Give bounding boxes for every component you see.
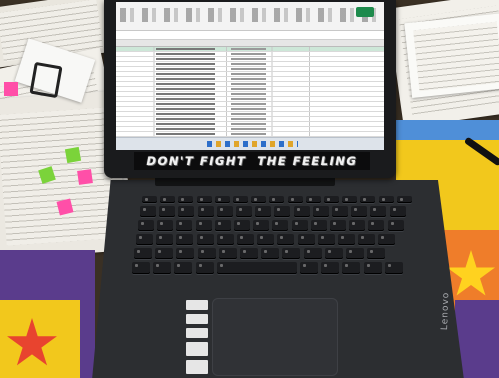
binder-clip <box>29 61 63 99</box>
sticky-note <box>64 146 82 164</box>
keyboard-key[interactable] <box>240 248 258 259</box>
keyboard-key[interactable] <box>156 234 174 245</box>
keyboard-key[interactable] <box>234 220 250 231</box>
keyboard[interactable] <box>132 196 420 290</box>
lid-sticker: DON'T FIGHT THE FEELING <box>134 152 370 170</box>
keyboard-key[interactable] <box>351 206 368 217</box>
keyboard-key[interactable] <box>255 206 272 217</box>
keyboard-key[interactable] <box>140 206 156 217</box>
keyboard-key[interactable] <box>389 206 406 217</box>
ribbon-button[interactable] <box>356 7 374 17</box>
keyboard-key[interactable] <box>332 206 348 217</box>
keyboard-key[interactable] <box>216 206 233 217</box>
keyboard-key[interactable] <box>310 220 327 231</box>
keyboard-key[interactable] <box>176 234 194 245</box>
keyboard-key[interactable] <box>178 196 194 203</box>
keyboard-key[interactable] <box>370 206 387 217</box>
keyboard-key[interactable] <box>300 262 318 274</box>
keyboard-key[interactable] <box>176 220 193 231</box>
keyboard-key[interactable] <box>277 234 295 245</box>
keyboard-key[interactable] <box>338 234 355 245</box>
keyboard-key[interactable] <box>378 196 394 203</box>
keyboard-key[interactable] <box>324 248 343 259</box>
keyboard-key[interactable] <box>195 262 214 274</box>
keyboard-key[interactable] <box>134 248 152 259</box>
keyboard-key[interactable] <box>287 196 303 203</box>
keyboard-key[interactable] <box>349 220 366 231</box>
keyboard-key[interactable] <box>218 248 237 259</box>
spreadsheet-grid[interactable] <box>116 40 384 140</box>
keyboard-key[interactable] <box>342 262 361 274</box>
taskbar-icons[interactable] <box>207 141 299 147</box>
keyboard-key[interactable] <box>272 220 289 231</box>
keyboard-key[interactable] <box>197 206 214 217</box>
keyboard-key[interactable] <box>346 248 364 259</box>
keyboard-key[interactable] <box>384 262 403 274</box>
keyboard-key[interactable] <box>251 196 267 203</box>
keyboard-key[interactable] <box>360 196 376 203</box>
keyboard-key[interactable] <box>142 196 157 203</box>
sticky-note <box>77 169 93 185</box>
keyboard-key[interactable] <box>312 206 329 217</box>
keyboard-key[interactable] <box>378 234 396 245</box>
keyboard-key[interactable] <box>261 248 280 259</box>
keyboard-key[interactable] <box>160 196 176 203</box>
keyboard-key[interactable] <box>358 234 376 245</box>
keyboard-key[interactable] <box>297 234 315 245</box>
taskbar[interactable] <box>116 137 384 150</box>
keyboard-key[interactable] <box>330 220 346 231</box>
keyboard-key[interactable] <box>303 248 322 259</box>
column-header-row <box>116 40 384 47</box>
paper-stack <box>404 12 499 99</box>
keyboard-key[interactable] <box>253 220 270 231</box>
touchpad[interactable] <box>212 298 338 376</box>
keyboard-key[interactable] <box>196 196 212 203</box>
keyboard-key[interactable] <box>257 234 275 245</box>
keyboard-key[interactable] <box>321 262 340 274</box>
keyboard-key[interactable] <box>196 234 214 245</box>
keyboard-key[interactable] <box>233 196 248 203</box>
keyboard-key[interactable] <box>387 220 404 231</box>
keyboard-key[interactable] <box>157 220 174 231</box>
keyboard-key[interactable] <box>159 206 176 217</box>
keyboard-key[interactable] <box>368 220 385 231</box>
keyboard-key[interactable] <box>282 248 301 259</box>
keyboard-key[interactable] <box>153 262 172 274</box>
laptop-lid: DON'T FIGHT THE FEELING <box>104 0 396 178</box>
keyboard-key[interactable] <box>274 206 291 217</box>
spacebar-key[interactable] <box>216 262 297 274</box>
keyboard-key[interactable] <box>178 206 195 217</box>
brand-label: Lenovo <box>440 291 452 331</box>
keyboard-key[interactable] <box>342 196 358 203</box>
keyboard-key[interactable] <box>138 220 154 231</box>
keyboard-key[interactable] <box>136 234 153 245</box>
keyboard-key[interactable] <box>155 248 174 259</box>
keyboard-key[interactable] <box>324 196 339 203</box>
keyboard-key[interactable] <box>269 196 285 203</box>
keyboard-key[interactable] <box>216 234 234 245</box>
sticky-note <box>4 82 18 96</box>
keyboard-key[interactable] <box>317 234 335 245</box>
keyboard-key[interactable] <box>197 248 216 259</box>
keyboard-key[interactable] <box>363 262 382 274</box>
formula-bar[interactable] <box>116 31 384 40</box>
keyboard-key[interactable] <box>367 248 386 259</box>
keyboard-key[interactable] <box>214 196 230 203</box>
keyboard-key[interactable] <box>214 220 231 231</box>
keyboard-key[interactable] <box>176 248 195 259</box>
laptop-screen[interactable] <box>116 2 384 150</box>
keyboard-key[interactable] <box>236 206 252 217</box>
keyboard-key[interactable] <box>305 196 321 203</box>
photo-scene: Lenovo DON'T FIGHT THE FEELING <box>0 0 499 378</box>
keyboard-key[interactable] <box>291 220 308 231</box>
sticker-text: DON'T FIGHT THE FEELING <box>146 154 358 168</box>
spec-stickers <box>186 300 208 374</box>
keyboard-key[interactable] <box>174 262 193 274</box>
keyboard-key[interactable] <box>195 220 212 231</box>
keyboard-key[interactable] <box>293 206 310 217</box>
keyboard-key[interactable] <box>237 234 254 245</box>
keyboard-key[interactable] <box>132 262 150 274</box>
keyboard-key[interactable] <box>396 196 412 203</box>
spreadsheet-ribbon[interactable] <box>116 2 384 31</box>
